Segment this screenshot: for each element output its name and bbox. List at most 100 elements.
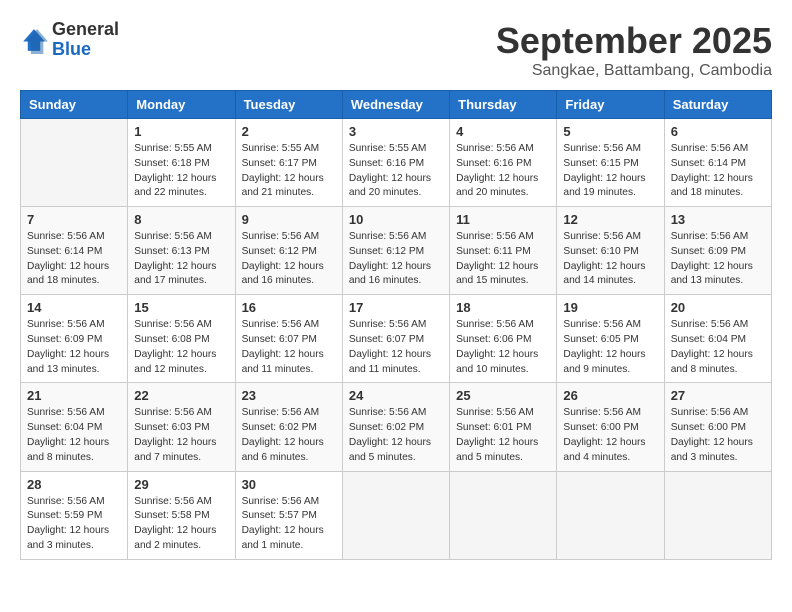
day-header-tuesday: Tuesday: [235, 91, 342, 119]
calendar-cell: 20Sunrise: 5:56 AM Sunset: 6:04 PM Dayli…: [664, 295, 771, 383]
calendar-cell: 25 Sunrise: 5:56 AM Sunset: 6:01 PM Dayli…: [450, 383, 557, 471]
day-info: Sunrise: 5:56 AM Sunset: 6:14 PM Dayligh…: [27, 230, 121, 289]
day-info: Sunrise: 5:56 AM Sunset: 6:00 PM Dayligh…: [563, 406, 657, 465]
calendar-cell: 30Sunrise: 5:56 AM Sunset: 5:57 PM Dayli…: [235, 471, 342, 559]
day-number: 9: [242, 212, 336, 227]
calendar-cell: 11Sunrise: 5:56 AM Sunset: 6:11 PM Dayli…: [450, 207, 557, 295]
calendar-cell: 8 Sunrise: 5:56 AM Sunset: 6:13 PM Daylig…: [128, 207, 235, 295]
day-info: Sunrise: 5:56 AM Sunset: 6:10 PM Dayligh…: [563, 230, 657, 289]
day-info: Sunrise: 5:55 AM Sunset: 6:17 PM Dayligh…: [242, 142, 336, 201]
calendar-cell: 1 Sunrise: 5:55 AM Sunset: 6:18 PM Daylig…: [128, 119, 235, 207]
day-number: 8: [134, 212, 228, 227]
calendar-cell: 5 Sunrise: 5:56 AM Sunset: 6:15 PM Daylig…: [557, 119, 664, 207]
day-number: 4: [456, 124, 550, 139]
day-info: Sunrise: 5:56 AM Sunset: 6:04 PM Dayligh…: [671, 318, 765, 377]
calendar-cell: 23 Sunrise: 5:56 AM Sunset: 6:02 PM Dayli…: [235, 383, 342, 471]
calendar-cell: 4 Sunrise: 5:56 AM Sunset: 6:16 PM Daylig…: [450, 119, 557, 207]
calendar-cell: 2 Sunrise: 5:55 AM Sunset: 6:17 PM Daylig…: [235, 119, 342, 207]
day-number: 27: [671, 388, 765, 403]
day-info: Sunrise: 5:55 AM Sunset: 6:18 PM Dayligh…: [134, 142, 228, 201]
day-number: 19: [563, 300, 657, 315]
day-info: Sunrise: 5:56 AM Sunset: 6:06 PM Dayligh…: [456, 318, 550, 377]
day-number: 25: [456, 388, 550, 403]
calendar-cell: 22Sunrise: 5:56 AM Sunset: 6:03 PM Dayli…: [128, 383, 235, 471]
calendar-week-5: 28Sunrise: 5:56 AM Sunset: 5:59 PM Dayli…: [21, 471, 772, 559]
day-info: Sunrise: 5:56 AM Sunset: 5:58 PM Dayligh…: [134, 495, 228, 554]
calendar-cell: 7 Sunrise: 5:56 AM Sunset: 6:14 PM Daylig…: [21, 207, 128, 295]
day-number: 14: [27, 300, 121, 315]
day-info: Sunrise: 5:56 AM Sunset: 6:15 PM Dayligh…: [563, 142, 657, 201]
calendar-cell: 28Sunrise: 5:56 AM Sunset: 5:59 PM Dayli…: [21, 471, 128, 559]
day-info: Sunrise: 5:56 AM Sunset: 6:08 PM Dayligh…: [134, 318, 228, 377]
calendar-cell: [450, 471, 557, 559]
page-header: General Blue September 2025 Sangkae, Bat…: [20, 20, 772, 80]
day-info: Sunrise: 5:56 AM Sunset: 6:07 PM Dayligh…: [349, 318, 443, 377]
calendar-cell: 15 Sunrise: 5:56 AM Sunset: 6:08 PM Dayli…: [128, 295, 235, 383]
calendar-week-3: 14 Sunrise: 5:56 AM Sunset: 6:09 PM Dayli…: [21, 295, 772, 383]
day-info: Sunrise: 5:56 AM Sunset: 6:12 PM Dayligh…: [349, 230, 443, 289]
day-number: 6: [671, 124, 765, 139]
day-info: Sunrise: 5:56 AM Sunset: 6:02 PM Dayligh…: [242, 406, 336, 465]
day-info: Sunrise: 5:56 AM Sunset: 6:09 PM Dayligh…: [27, 318, 121, 377]
calendar-header-row: SundayMondayTuesdayWednesdayThursdayFrid…: [21, 91, 772, 119]
calendar-cell: 12Sunrise: 5:56 AM Sunset: 6:10 PM Dayli…: [557, 207, 664, 295]
month-title: September 2025: [496, 20, 772, 62]
day-header-thursday: Thursday: [450, 91, 557, 119]
title-area: September 2025 Sangkae, Battambang, Camb…: [496, 20, 772, 80]
calendar-cell: [342, 471, 449, 559]
day-header-wednesday: Wednesday: [342, 91, 449, 119]
day-number: 10: [349, 212, 443, 227]
day-info: Sunrise: 5:56 AM Sunset: 6:13 PM Dayligh…: [134, 230, 228, 289]
calendar-cell: [557, 471, 664, 559]
calendar-cell: 21 Sunrise: 5:56 AM Sunset: 6:04 PM Dayli…: [21, 383, 128, 471]
calendar-cell: 26Sunrise: 5:56 AM Sunset: 6:00 PM Dayli…: [557, 383, 664, 471]
calendar-cell: 9 Sunrise: 5:56 AM Sunset: 6:12 PM Daylig…: [235, 207, 342, 295]
logo-general-text: General: [52, 19, 119, 39]
calendar-cell: 18 Sunrise: 5:56 AM Sunset: 6:06 PM Dayli…: [450, 295, 557, 383]
day-number: 22: [134, 388, 228, 403]
day-info: Sunrise: 5:55 AM Sunset: 6:16 PM Dayligh…: [349, 142, 443, 201]
calendar-cell: 10 Sunrise: 5:56 AM Sunset: 6:12 PM Dayli…: [342, 207, 449, 295]
day-header-saturday: Saturday: [664, 91, 771, 119]
day-info: Sunrise: 5:56 AM Sunset: 6:02 PM Dayligh…: [349, 406, 443, 465]
calendar-cell: 14 Sunrise: 5:56 AM Sunset: 6:09 PM Dayli…: [21, 295, 128, 383]
day-info: Sunrise: 5:56 AM Sunset: 5:57 PM Dayligh…: [242, 495, 336, 554]
day-number: 21: [27, 388, 121, 403]
day-number: 2: [242, 124, 336, 139]
calendar-cell: 6Sunrise: 5:56 AM Sunset: 6:14 PM Daylig…: [664, 119, 771, 207]
calendar-cell: 19 Sunrise: 5:56 AM Sunset: 6:05 PM Dayli…: [557, 295, 664, 383]
day-header-friday: Friday: [557, 91, 664, 119]
calendar-cell: [664, 471, 771, 559]
day-number: 13: [671, 212, 765, 227]
day-info: Sunrise: 5:56 AM Sunset: 6:11 PM Dayligh…: [456, 230, 550, 289]
day-number: 15: [134, 300, 228, 315]
day-info: Sunrise: 5:56 AM Sunset: 6:12 PM Dayligh…: [242, 230, 336, 289]
calendar-cell: 16 Sunrise: 5:56 AM Sunset: 6:07 PM Dayli…: [235, 295, 342, 383]
day-number: 28: [27, 477, 121, 492]
calendar-week-1: 1 Sunrise: 5:55 AM Sunset: 6:18 PM Daylig…: [21, 119, 772, 207]
day-number: 5: [563, 124, 657, 139]
calendar-table: SundayMondayTuesdayWednesdayThursdayFrid…: [20, 90, 772, 560]
day-info: Sunrise: 5:56 AM Sunset: 6:07 PM Dayligh…: [242, 318, 336, 377]
day-info: Sunrise: 5:56 AM Sunset: 6:16 PM Dayligh…: [456, 142, 550, 201]
location-subtitle: Sangkae, Battambang, Cambodia: [496, 62, 772, 80]
day-number: 16: [242, 300, 336, 315]
calendar-week-2: 7 Sunrise: 5:56 AM Sunset: 6:14 PM Daylig…: [21, 207, 772, 295]
logo: General Blue: [20, 20, 119, 60]
day-info: Sunrise: 5:56 AM Sunset: 6:09 PM Dayligh…: [671, 230, 765, 289]
day-info: Sunrise: 5:56 AM Sunset: 6:05 PM Dayligh…: [563, 318, 657, 377]
calendar-week-4: 21 Sunrise: 5:56 AM Sunset: 6:04 PM Dayli…: [21, 383, 772, 471]
day-info: Sunrise: 5:56 AM Sunset: 6:01 PM Dayligh…: [456, 406, 550, 465]
day-info: Sunrise: 5:56 AM Sunset: 6:00 PM Dayligh…: [671, 406, 765, 465]
day-number: 7: [27, 212, 121, 227]
calendar-cell: 3 Sunrise: 5:55 AM Sunset: 6:16 PM Daylig…: [342, 119, 449, 207]
day-number: 23: [242, 388, 336, 403]
day-number: 18: [456, 300, 550, 315]
day-header-sunday: Sunday: [21, 91, 128, 119]
calendar-cell: 13 Sunrise: 5:56 AM Sunset: 6:09 PM Dayli…: [664, 207, 771, 295]
calendar-cell: [21, 119, 128, 207]
day-info: Sunrise: 5:56 AM Sunset: 6:04 PM Dayligh…: [27, 406, 121, 465]
day-number: 1: [134, 124, 228, 139]
day-header-monday: Monday: [128, 91, 235, 119]
day-number: 3: [349, 124, 443, 139]
